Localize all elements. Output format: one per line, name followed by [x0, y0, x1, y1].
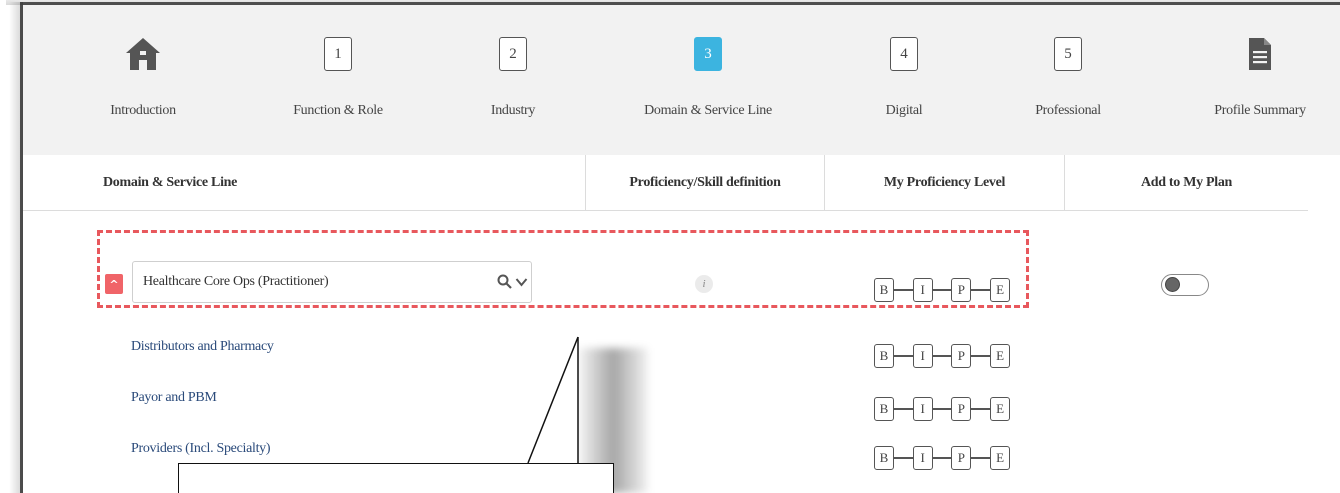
level-intermediate[interactable]: I [912, 397, 933, 421]
level-basic[interactable]: B [874, 446, 894, 470]
level-proficient[interactable]: P [951, 397, 972, 421]
level-expert[interactable]: E [990, 344, 1011, 368]
level-proficient[interactable]: P [951, 446, 972, 470]
step-profile-summary[interactable]: Profile Summary [1200, 5, 1320, 155]
step-domain-service-line[interactable]: 3 Domain & Service Line [628, 5, 788, 155]
header-level: My Proficiency Level [883, 175, 1006, 190]
sub-item-label: Distributors and Pharmacy [131, 339, 274, 354]
step-label: Introduction [110, 103, 176, 118]
step-label: Domain & Service Line [644, 103, 772, 118]
step-label: Industry [490, 103, 536, 118]
callout-bubble [178, 463, 614, 493]
step-professional[interactable]: 5 Professional [1018, 5, 1118, 155]
proficiency-selector: B I P E [874, 446, 1011, 470]
step-introduction[interactable]: Introduction [98, 5, 188, 155]
domain-select[interactable]: Healthcare Core Ops (Practitioner) [132, 261, 532, 303]
step-number: 2 [499, 37, 527, 71]
search-icon[interactable] [497, 274, 512, 289]
level-proficient[interactable]: P [951, 344, 972, 368]
info-icon[interactable]: i [695, 275, 713, 293]
step-label: Professional [1035, 103, 1101, 118]
collapse-button[interactable]: ^ [105, 274, 123, 294]
level-expert[interactable]: E [990, 397, 1011, 421]
step-function-role[interactable]: 1 Function & Role [288, 5, 388, 155]
document-icon [1248, 35, 1272, 73]
level-proficient[interactable]: P [951, 278, 972, 302]
level-basic[interactable]: B [874, 397, 894, 421]
level-intermediate[interactable]: I [912, 446, 933, 470]
level-basic[interactable]: B [874, 278, 894, 302]
step-number: 5 [1054, 37, 1082, 71]
header-plan: Add to My Plan [1140, 175, 1233, 190]
step-label: Function & Role [293, 103, 383, 118]
step-label: Digital [885, 103, 923, 118]
callout-pointer [527, 336, 579, 464]
proficiency-selector: B I P E [874, 397, 1011, 421]
step-label: Profile Summary [1214, 103, 1306, 118]
progress-stepper: Introduction 1 Function & Role 2 Industr… [23, 5, 1340, 155]
chevron-down-icon[interactable] [515, 276, 528, 288]
level-expert[interactable]: E [990, 446, 1011, 470]
proficiency-selector: B I P E [874, 278, 1011, 302]
step-number: 1 [324, 37, 352, 71]
header-definition: Proficiency/Skill definition [629, 175, 781, 190]
level-intermediate[interactable]: I [912, 278, 933, 302]
level-basic[interactable]: B [874, 344, 894, 368]
header-domain: Domain & Service Line [103, 175, 238, 190]
sub-item-label: Payor and PBM [131, 390, 217, 405]
add-to-plan-toggle[interactable] [1161, 274, 1209, 296]
domain-select-value: Healthcare Core Ops (Practitioner) [143, 274, 329, 289]
toggle-knob [1165, 277, 1180, 292]
level-expert[interactable]: E [990, 278, 1011, 302]
sub-item-label: Providers (Incl. Specialty) [131, 441, 271, 456]
table-header: Domain & Service Line Proficiency/Skill … [23, 155, 1308, 211]
step-number: 3 [694, 37, 722, 71]
step-number: 4 [890, 37, 918, 71]
step-industry[interactable]: 2 Industry [473, 5, 553, 155]
home-icon [124, 35, 162, 73]
level-intermediate[interactable]: I [912, 344, 933, 368]
proficiency-selector: B I P E [874, 344, 1011, 368]
step-digital[interactable]: 4 Digital [864, 5, 944, 155]
